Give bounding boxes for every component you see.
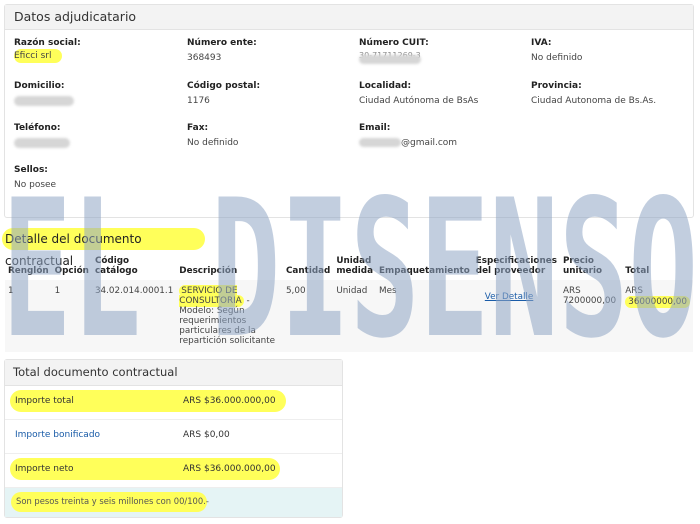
table-row: 1 1 34.02.014.0001.1 SERVICIO DE CONSULT… [5, 280, 693, 352]
codigo-postal-label: Código postal: [187, 81, 261, 91]
razon-social-field: Razón social: Eficci srl [14, 38, 81, 63]
cell-empaquetamiento: Mes [376, 280, 473, 352]
sellos-field: Sellos: No posee [14, 165, 56, 190]
telefono-field: Teléfono: [14, 123, 70, 151]
iva-label: IVA: [531, 38, 552, 48]
iva-field: IVA: No definido [531, 38, 582, 63]
provincia-value: Ciudad Autonoma de Bs.As. [531, 96, 657, 106]
total-panel-title: Total documento contractual [5, 360, 342, 386]
col-codigo: Código catálogo [94, 256, 138, 276]
telefono-label: Teléfono: [14, 123, 61, 133]
col-renglon: Renglón [8, 266, 49, 276]
localidad-label: Localidad: [359, 81, 412, 91]
email-label: Email: [359, 123, 391, 133]
redaction-bar [14, 138, 70, 148]
cuit-field: Número CUIT: 30-71711269-3 [359, 38, 429, 64]
provincia-field: Provincia: Ciudad Autonoma de Bs.As. [531, 81, 656, 106]
importe-total-value: ARS $36.000.000,00 [183, 396, 276, 406]
importe-bonificado-label: Importe bonificado [15, 430, 101, 440]
cell-cantidad: 5,00 [282, 280, 334, 352]
cuit-label: Número CUIT: [359, 38, 429, 48]
detalle-table: Renglón Opción Código catálogo Descripci… [5, 254, 693, 352]
col-empaquetamiento: Empaquetamiento [379, 266, 470, 276]
fax-value: No definido [187, 138, 239, 148]
cell-renglon: 1 [5, 280, 52, 352]
importe-neto-row: Importe neto ARS $36.000.000,00 [5, 454, 342, 488]
razon-social-label: Razón social: [14, 38, 81, 48]
importe-bonificado-row: Importe bonificado ARS $0,00 [5, 420, 342, 454]
importe-neto-value: ARS $36.000.000,00 [183, 464, 276, 474]
detalle-title: Detalle del documento contractual [2, 228, 205, 268]
cell-codigo: 34.02.014.0001.1 [91, 280, 177, 352]
col-precio: Precio unitario [562, 256, 603, 276]
total-documento-panel: Total documento contractual Importe tota… [4, 359, 343, 518]
cell-total: ARS 36000000,00 [622, 280, 693, 352]
sellos-label: Sellos: [14, 165, 48, 175]
cell-opcion: 1 [51, 280, 92, 352]
email-value: @gmail.com [401, 138, 458, 148]
redaction-bar [359, 55, 421, 64]
provincia-label: Provincia: [531, 81, 582, 91]
domicilio-label: Domicilio: [14, 81, 65, 91]
localidad-field: Localidad: Ciudad Autónoma de BsAs [359, 81, 478, 106]
importe-total-row: Importe total ARS $36.000.000,00 [5, 386, 342, 420]
numero-ente-field: Número ente: 368493 [187, 38, 257, 63]
col-descripcion: Descripción [179, 266, 238, 276]
localidad-value: Ciudad Autónoma de BsAs [359, 96, 479, 106]
panel-title: Datos adjudicatario [5, 5, 693, 30]
importe-en-letras-text: Son pesos treinta y seis millones con 00… [16, 496, 209, 506]
domicilio-field: Domicilio: [14, 81, 74, 109]
importe-en-letras: Son pesos treinta y seis millones con 00… [5, 488, 342, 517]
datos-adjudicatario-panel: Datos adjudicatario [4, 4, 694, 218]
cell-descripcion: SERVICIO DE CONSULTORIA - Modelo: Según … [176, 280, 283, 352]
sellos-value: No posee [14, 180, 57, 190]
col-unidad: Unidad medida [336, 256, 374, 276]
descripcion-highlight: SERVICIO DE CONSULTORIA [179, 285, 244, 307]
numero-ente-label: Número ente: [187, 38, 257, 48]
cell-precio: ARS 7200000,00 [559, 280, 623, 352]
total-highlight: 36000000,00 [625, 296, 690, 308]
redaction-bar [359, 138, 401, 147]
importe-total-label: Importe total [15, 396, 74, 406]
razon-social-value: Eficci srl [14, 49, 62, 63]
ver-detalle-link[interactable]: Ver Detalle [485, 292, 534, 302]
codigo-postal-field: Código postal: 1176 [187, 81, 260, 106]
importe-bonificado-value: ARS $0,00 [183, 430, 230, 440]
col-total: Total [625, 266, 650, 276]
codigo-postal-value: 1176 [187, 96, 210, 106]
cell-unidad: Unidad [333, 280, 377, 352]
col-cantidad: Cantidad [285, 266, 331, 276]
fax-label: Fax: [187, 123, 209, 133]
importe-neto-label: Importe neto [15, 464, 74, 474]
email-field: Email: @gmail.com [359, 123, 457, 148]
col-opcion: Opción [54, 266, 89, 276]
iva-value: No definido [531, 53, 583, 63]
col-especificaciones: Especificaciones del proveedor [475, 256, 557, 276]
redaction-bar [14, 96, 74, 106]
fax-field: Fax: No definido [187, 123, 238, 148]
numero-ente-value: 368493 [187, 53, 222, 63]
